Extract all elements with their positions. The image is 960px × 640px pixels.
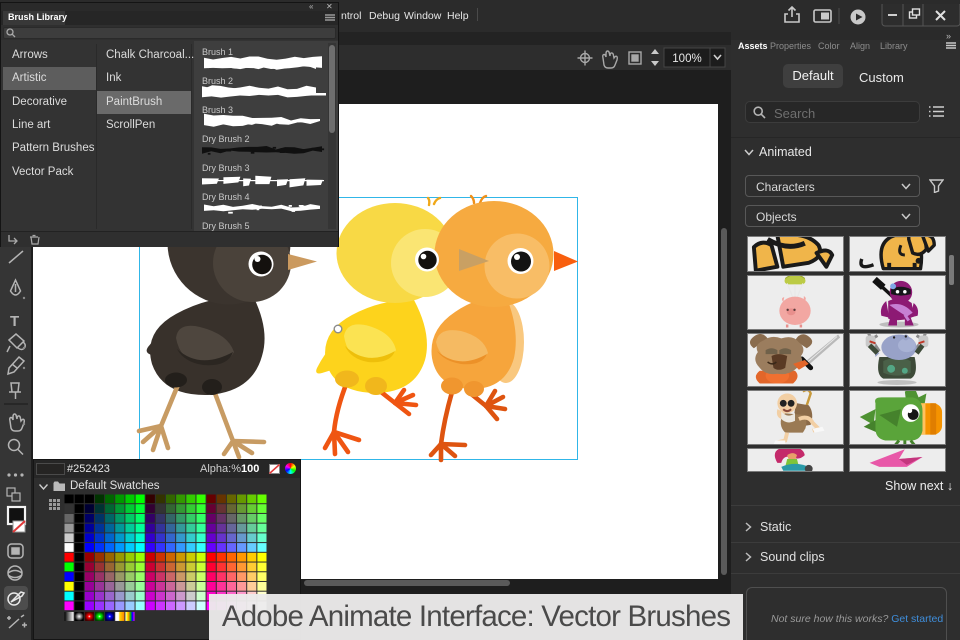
svg-text:T: T <box>10 313 19 330</box>
